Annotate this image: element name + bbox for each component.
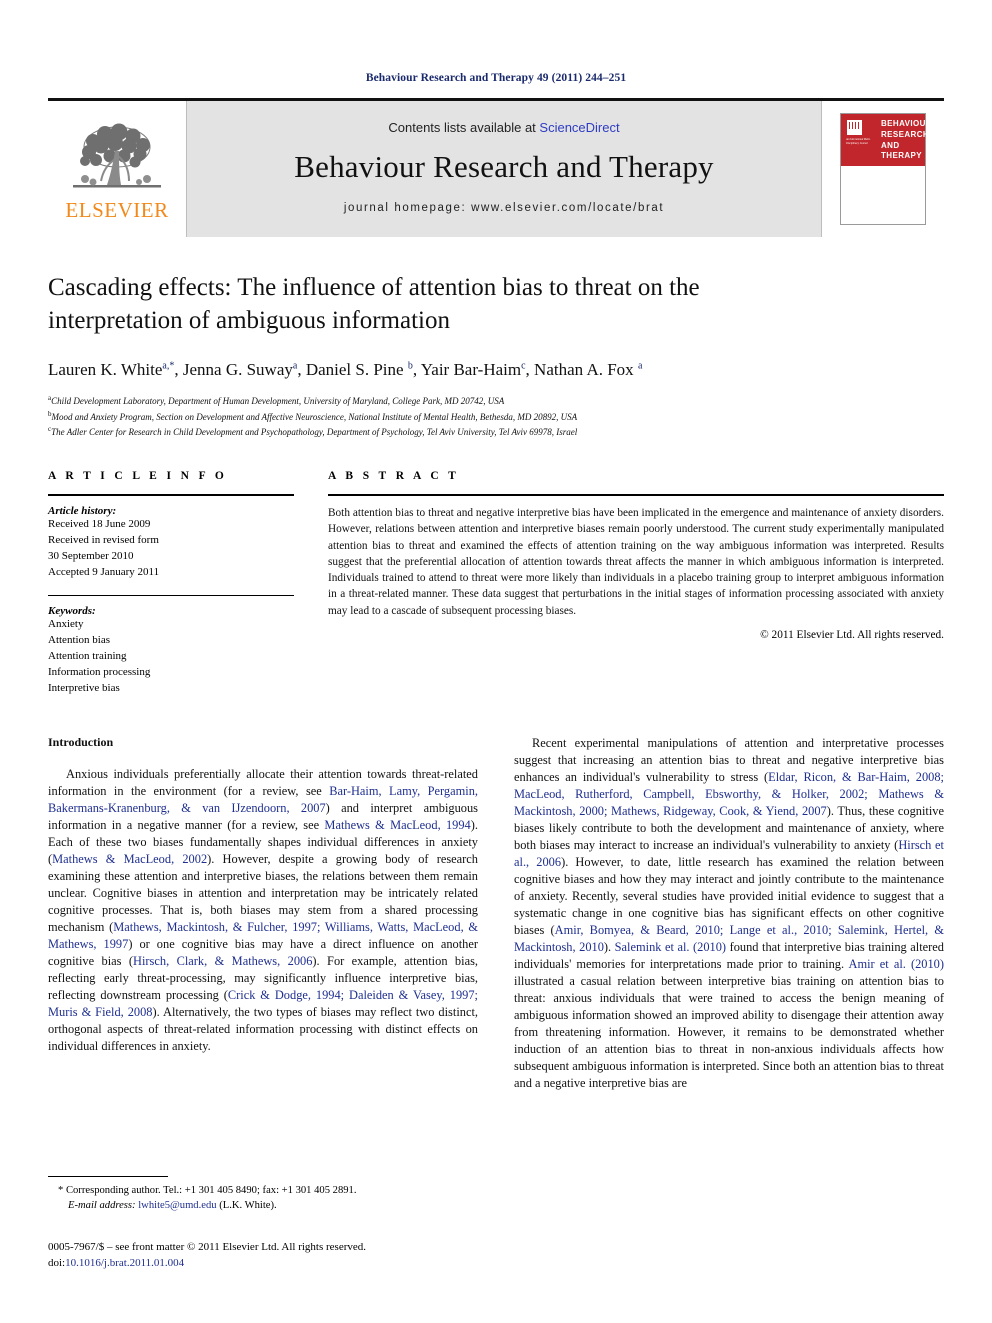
history-item: 30 September 2010 [48, 549, 134, 562]
author-marks[interactable]: b [408, 360, 413, 371]
author-name: Jenna G. Suway [182, 360, 293, 379]
article-info-heading: A R T I C L E I N F O [48, 470, 228, 482]
article-info-column: A R T I C L E I N F O Article history: R… [48, 470, 294, 696]
affiliation-text: Mood and Anxiety Program, Section on Dev… [51, 411, 578, 422]
abstract-heading: A B S T R A C T [328, 470, 460, 482]
journal-cover-cell: An International Multi-Disciplinary Jour… [822, 101, 944, 237]
author-name: Yair Bar-Haim [420, 360, 522, 379]
citation-link[interactable]: Hirsch, Clark, & Mathews, 2006 [133, 954, 312, 968]
cover-title: BEHAVIOUR RESEARCH AND THERAPY [881, 119, 933, 161]
affiliation-text: The Adler Center for Research in Child D… [51, 427, 578, 438]
article-title: Cascading effects: The influence of atte… [48, 274, 700, 334]
contents-prefix: Contents lists available at [388, 120, 540, 136]
author-marks[interactable]: a,* [162, 360, 174, 371]
author-marks[interactable]: c [521, 360, 525, 371]
affiliation-item: aChild Development Laboratory, Departmen… [48, 393, 944, 409]
divider [48, 494, 294, 496]
running-head: Behaviour Research and Therapy 49 (2011)… [365, 72, 627, 84]
footnote-block: * Corresponding author. Tel.: +1 301 405… [48, 1176, 478, 1214]
paragraph: Recent experimental manipulations of att… [514, 735, 944, 1092]
divider [48, 594, 294, 596]
affiliation-list: aChild Development Laboratory, Departmen… [48, 393, 944, 440]
cover-top-band: An International Multi-Disciplinary Jour… [841, 114, 933, 166]
history-item: Received 18 June 2009 [48, 518, 151, 530]
affiliation-item: cThe Adler Center for Research in Child … [48, 424, 944, 440]
author-name: Nathan A. Fox [534, 360, 634, 379]
doi-line: doi:10.1016/j.brat.2011.01.004 [48, 1256, 478, 1272]
author-marks[interactable]: a [293, 360, 297, 371]
elsevier-logo: ELSEVIER [48, 101, 186, 237]
text-run: ). [603, 939, 615, 954]
history-item: Accepted 9 January 2011 [48, 565, 160, 578]
body-columns: Introduction Anxious individuals prefere… [48, 735, 944, 1269]
abstract-text: Both attention bias to threat and negati… [328, 507, 944, 617]
introduction-heading: Introduction [48, 735, 114, 749]
email-suffix: (L.K. White). [219, 1199, 277, 1211]
issn-footer: 0005-7967/$ – see front matter © 2011 El… [48, 1240, 478, 1272]
citation-link[interactable]: Mathews & MacLeod, 2002 [52, 852, 207, 866]
affiliation-item: bMood and Anxiety Program, Section on De… [48, 409, 944, 425]
text-run: illustrated a casual relation between in… [514, 973, 944, 1090]
history-item: Received in revised form [48, 533, 159, 546]
elsevier-badge-icon [846, 119, 863, 136]
keyword-item: Information processing [48, 665, 151, 678]
abstract-copyright: © 2011 Elsevier Ltd. All rights reserved… [760, 628, 944, 641]
author-name: Lauren K. White [48, 360, 163, 379]
elsevier-wordmark: ELSEVIER [65, 198, 169, 222]
sciencedirect-link[interactable]: ScienceDirect [539, 120, 619, 135]
divider [328, 494, 944, 496]
affiliation-text: Child Development Laboratory, Department… [51, 396, 505, 407]
citation-link[interactable]: Mathews & MacLeod, 1994 [324, 818, 470, 832]
keywords-list: Anxiety Attention bias Attention trainin… [48, 617, 294, 697]
doi-link[interactable]: 10.1016/j.brat.2011.01.004 [65, 1257, 184, 1269]
citation-link[interactable]: Salemink et al. (2010) [615, 940, 726, 954]
elsevier-tree-icon [73, 123, 161, 188]
info-abstract-block: A R T I C L E I N F O Article history: R… [48, 470, 944, 696]
article-history-label: Article history: [48, 505, 117, 517]
keyword-item: Interpretive bias [48, 681, 120, 694]
right-column: Recent experimental manipulations of att… [514, 735, 944, 1098]
cover-body [841, 166, 925, 224]
article-history-list: Received 18 June 2009 Received in revise… [48, 517, 294, 581]
cover-subtitle: An International Multi-Disciplinary Jour… [846, 138, 871, 145]
masthead-center: Contents lists available at ScienceDirec… [186, 101, 822, 237]
corresponding-author-note: * Corresponding author. Tel.: +1 301 405… [48, 1184, 478, 1214]
keywords-label: Keywords: [48, 604, 96, 617]
contents-available-line: Contents lists available at ScienceDirec… [388, 120, 619, 135]
author-marks[interactable]: a [638, 360, 642, 371]
abstract-column: A B S T R A C T Both attention bias to t… [328, 470, 944, 696]
journal-title: Behaviour Research and Therapy [294, 149, 714, 185]
citation-link[interactable]: Amir et al. (2010) [849, 957, 944, 971]
left-column: Introduction Anxious individuals prefere… [48, 735, 478, 1269]
author-list: Lauren K. Whitea,*, Jenna G. Suwaya, Dan… [48, 360, 643, 379]
doi-label: doi: [48, 1256, 66, 1269]
author-name: Daniel S. Pine [305, 360, 404, 379]
corresponding-author-text: * Corresponding author. Tel.: +1 301 405… [58, 1185, 357, 1196]
title-block: Cascading effects: The influence of atte… [48, 272, 944, 440]
email-link[interactable]: lwhite5@umd.edu [138, 1200, 216, 1211]
keyword-item: Attention training [48, 649, 127, 662]
footnote-rule [48, 1176, 168, 1177]
journal-masthead: ELSEVIER Contents lists available at Sci… [48, 98, 944, 237]
keyword-item: Anxiety [48, 617, 84, 630]
paragraph: Anxious individuals preferentially alloc… [48, 766, 478, 1055]
issn-line: 0005-7967/$ – see front matter © 2011 El… [48, 1241, 367, 1253]
keyword-item: Attention bias [48, 633, 111, 646]
journal-homepage-link[interactable]: journal homepage: www.elsevier.com/locat… [344, 202, 664, 214]
journal-cover-thumbnail: An International Multi-Disciplinary Jour… [840, 113, 933, 225]
article-page: Behaviour Research and Therapy 49 (2011)… [0, 0, 992, 1323]
email-label: E-mail address: [68, 1199, 136, 1211]
